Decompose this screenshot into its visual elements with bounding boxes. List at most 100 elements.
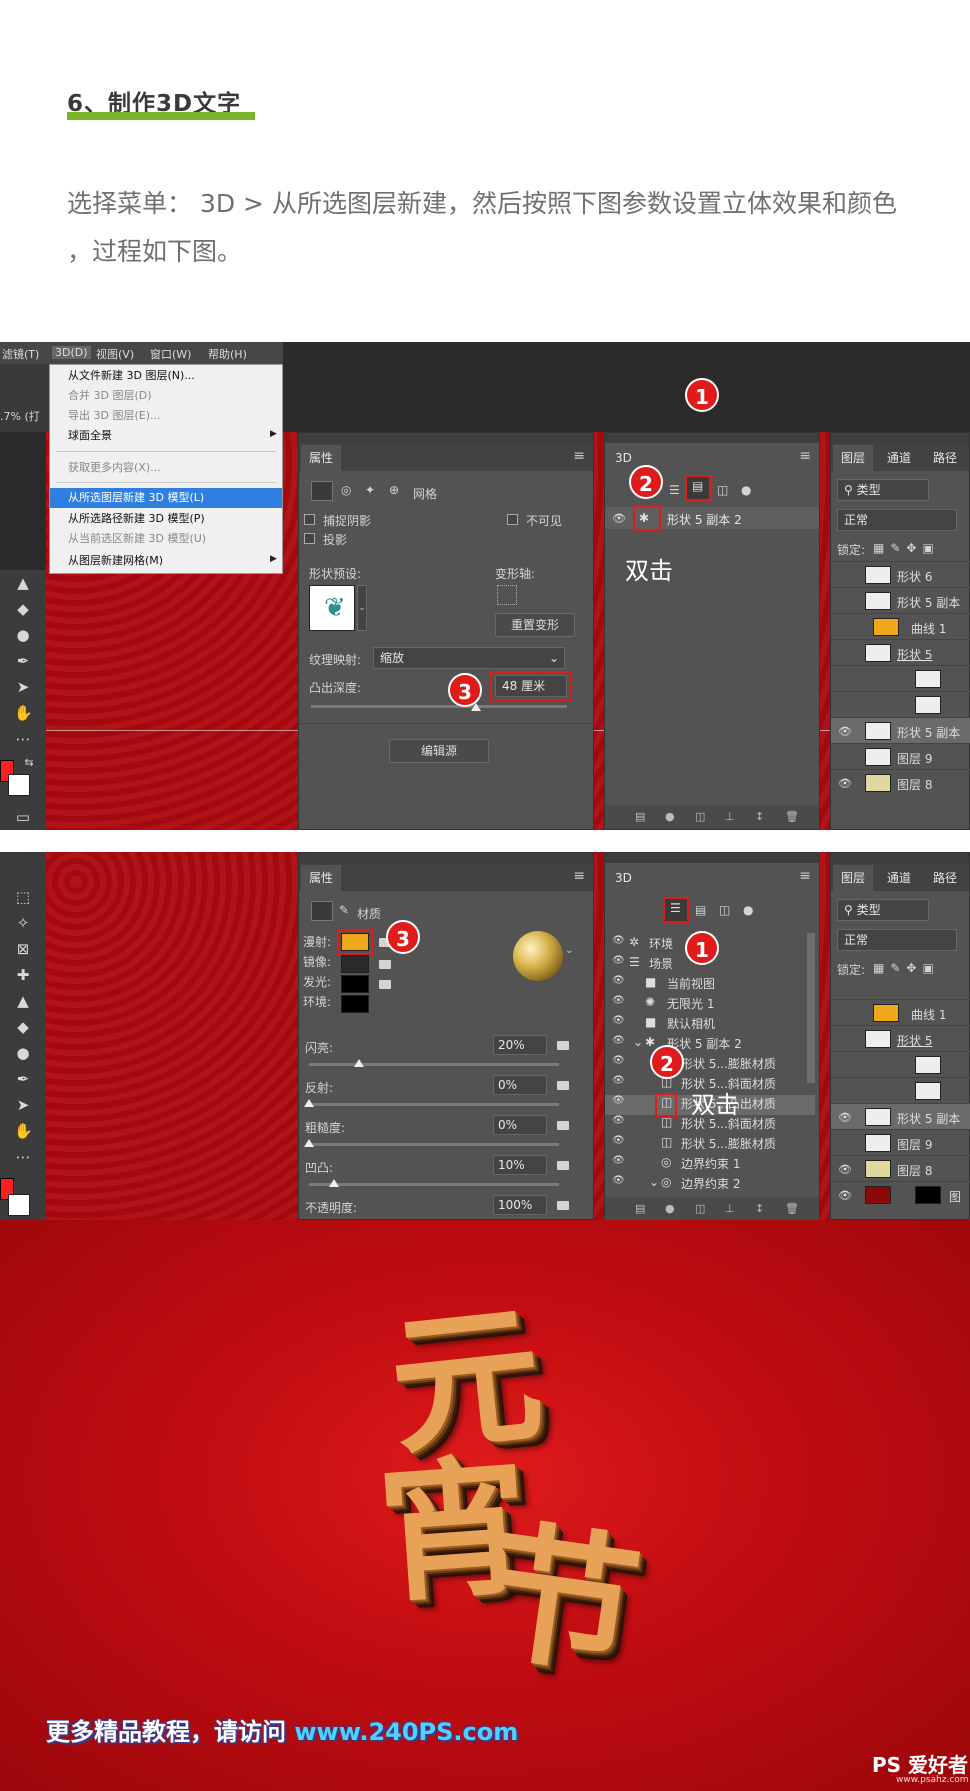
layer-row[interactable]: 形状 6 xyxy=(831,561,970,587)
roughness-input[interactable]: 0% xyxy=(493,1115,547,1135)
layer-row[interactable]: 曲线 1 xyxy=(831,999,970,1025)
filter-light-icon[interactable]: ● xyxy=(741,483,751,497)
menu-help[interactable]: 帮助(H) xyxy=(208,346,247,362)
coordinates-icon[interactable]: ⊕ xyxy=(389,483,399,497)
shape-preset-dropdown-icon[interactable]: ⌄ xyxy=(357,585,367,631)
scene-row-constraint[interactable]: 👁 ◎ 边界约束 1 xyxy=(605,1155,815,1175)
eraser-tool-icon[interactable]: ◆ xyxy=(14,1018,32,1036)
scene-row-infinite-light[interactable]: 👁 ✺ 无限光 1 xyxy=(605,995,815,1015)
scene-row-material[interactable]: 👁◫形状 5...膨胀材质 xyxy=(605,1135,815,1155)
stamp-tool-icon[interactable]: ▲ xyxy=(14,574,32,592)
mesh-add-icon[interactable]: ▤ xyxy=(635,810,645,823)
hand-tool-icon[interactable]: ✋ xyxy=(14,1122,33,1140)
menu-filter[interactable]: 滤镜(T) xyxy=(2,346,39,362)
shine-input[interactable]: 20% xyxy=(493,1035,547,1055)
hand-tool-icon[interactable]: ✋ xyxy=(14,704,33,722)
more-tools-icon[interactable]: ⋯ xyxy=(14,1148,32,1166)
filter-material-icon[interactable]: ◫ xyxy=(717,483,728,497)
invisible-checkbox[interactable] xyxy=(507,514,518,525)
deform-icon[interactable]: ◎ xyxy=(341,483,351,497)
footer-url-link[interactable]: www.240PS.com xyxy=(294,1718,518,1746)
visibility-eye-icon[interactable]: 👁 xyxy=(612,512,626,525)
ground-icon[interactable]: ⊥ xyxy=(725,1202,735,1215)
background-color-swatch[interactable] xyxy=(8,774,30,796)
material-icon[interactable] xyxy=(311,901,333,921)
panel-menu-icon[interactable]: ≡ xyxy=(799,449,811,463)
cap-icon[interactable]: ✦ xyxy=(365,483,375,497)
layer-row[interactable] xyxy=(831,1077,970,1103)
layer-row[interactable]: 形状 5 xyxy=(831,639,970,665)
layer-row[interactable]: 形状 5 副本 xyxy=(831,587,970,613)
stamp-tool-icon[interactable]: ▲ xyxy=(14,992,32,1010)
mesh-add-icon[interactable]: ▤ xyxy=(635,1202,645,1215)
menu-item-new-from-file[interactable]: 从文件新建 3D 图层(N)... xyxy=(50,366,282,386)
shine-slider-knob[interactable] xyxy=(354,1059,364,1067)
layer-row[interactable]: 形状 5 xyxy=(831,1025,970,1051)
filter-material-icon[interactable]: ◫ xyxy=(719,903,730,917)
menu-item-panorama[interactable]: 球面全景 xyxy=(50,426,282,446)
layer-row[interactable]: 👁 图层 8 xyxy=(831,1155,970,1181)
chevron-down-icon[interactable]: ⌄ xyxy=(565,945,573,956)
folder-icon[interactable] xyxy=(379,980,391,989)
bump-input[interactable]: 10% xyxy=(493,1155,547,1175)
tab-3d[interactable]: 3D xyxy=(607,865,640,891)
tab-properties[interactable]: 属性 xyxy=(301,445,342,471)
layer-row[interactable]: 图层 9 xyxy=(831,743,970,769)
tab-paths[interactable]: 路径 xyxy=(925,445,965,471)
layer-row[interactable] xyxy=(831,1051,970,1077)
folder-icon[interactable] xyxy=(379,960,391,969)
render-icon[interactable]: ◫ xyxy=(695,810,705,823)
shape-preset-thumbnail[interactable]: ❦ xyxy=(309,585,355,631)
deform-axis-grid-icon[interactable] xyxy=(497,585,517,605)
menu-item-new-from-path[interactable]: 从所选路径新建 3D 模型(P) xyxy=(50,509,282,529)
layer-row[interactable]: 曲线 1 xyxy=(831,613,970,639)
mesh-icon[interactable] xyxy=(311,481,333,501)
layer-row[interactable]: 图层 9 xyxy=(831,1129,970,1155)
select-tool-icon[interactable]: ➤ xyxy=(14,1096,32,1114)
render-icon[interactable]: ◫ xyxy=(695,1202,705,1215)
scene-row-mesh[interactable]: 👁 ⌄ ✱ 形状 5 副本 2 xyxy=(605,1035,815,1055)
folder-icon[interactable] xyxy=(557,1121,569,1130)
roughness-slider-track[interactable] xyxy=(309,1143,559,1146)
folder-icon[interactable] xyxy=(557,1081,569,1090)
folder-icon[interactable] xyxy=(557,1201,569,1210)
capture-shadow-checkbox[interactable] xyxy=(304,514,315,525)
expand-chevron-icon[interactable]: ⌄ xyxy=(649,1175,659,1189)
reset-deform-button[interactable]: 重置变形 xyxy=(495,613,575,637)
layer-row[interactable] xyxy=(831,691,970,717)
scene-row-current-view[interactable]: 👁 ■ 当前视图 xyxy=(605,975,815,995)
new-object-icon[interactable]: ↕ xyxy=(755,1202,764,1215)
eraser-tool-icon[interactable]: ◆ xyxy=(14,600,32,618)
glow-color-swatch[interactable] xyxy=(341,975,369,993)
texture-mapping-select[interactable]: 缩放 ⌄ xyxy=(373,647,565,669)
crop-tool-icon[interactable]: ⊠ xyxy=(14,940,32,958)
expand-chevron-icon[interactable]: ⌄ xyxy=(633,1035,643,1049)
menu-view[interactable]: 视图(V) xyxy=(96,346,134,362)
more-tools-icon[interactable]: ⋯ xyxy=(14,730,32,748)
reflection-input[interactable]: 0% xyxy=(493,1075,547,1095)
ground-icon[interactable]: ⊥ xyxy=(725,810,735,823)
menu-item-mesh-from-layer[interactable]: 从图层新建网格(M) xyxy=(50,551,282,571)
material-preview-sphere[interactable] xyxy=(513,931,563,981)
filter-mesh-icon[interactable]: ▤ xyxy=(695,903,706,917)
filter-scene-icon[interactable]: ☰ xyxy=(669,483,680,497)
tab-paths[interactable]: 路径 xyxy=(925,865,965,891)
folder-icon[interactable] xyxy=(557,1041,569,1050)
menu-item-more-content[interactable]: 获取更多内容(X)... xyxy=(50,458,282,478)
visibility-eye-icon[interactable]: 👁 xyxy=(838,1163,852,1176)
extrusion-slider-track[interactable] xyxy=(311,705,567,708)
visibility-eye-icon[interactable]: 👁 xyxy=(838,777,852,790)
tab-layers[interactable]: 图层 xyxy=(833,445,874,471)
light-add-icon[interactable]: ● xyxy=(665,1202,675,1215)
tab-channels[interactable]: 通道 xyxy=(879,445,919,471)
light-add-icon[interactable]: ● xyxy=(665,810,675,823)
panel-menu-icon[interactable]: ≡ xyxy=(573,449,585,463)
trash-icon[interactable]: 🗑 xyxy=(785,1202,799,1215)
reflection-slider-knob[interactable] xyxy=(304,1099,314,1107)
healing-tool-icon[interactable]: ✚ xyxy=(14,966,32,984)
scrollbar[interactable] xyxy=(807,933,815,1083)
scene-row-default-camera[interactable]: 👁 ■ 默认相机 xyxy=(605,1015,815,1035)
layer-row-selected[interactable]: 👁 形状 5 副本 xyxy=(831,717,970,743)
tab-layers[interactable]: 图层 xyxy=(833,865,874,891)
scene-row-constraint[interactable]: 👁 ⌄ ◎ 边界约束 2 xyxy=(605,1175,815,1195)
